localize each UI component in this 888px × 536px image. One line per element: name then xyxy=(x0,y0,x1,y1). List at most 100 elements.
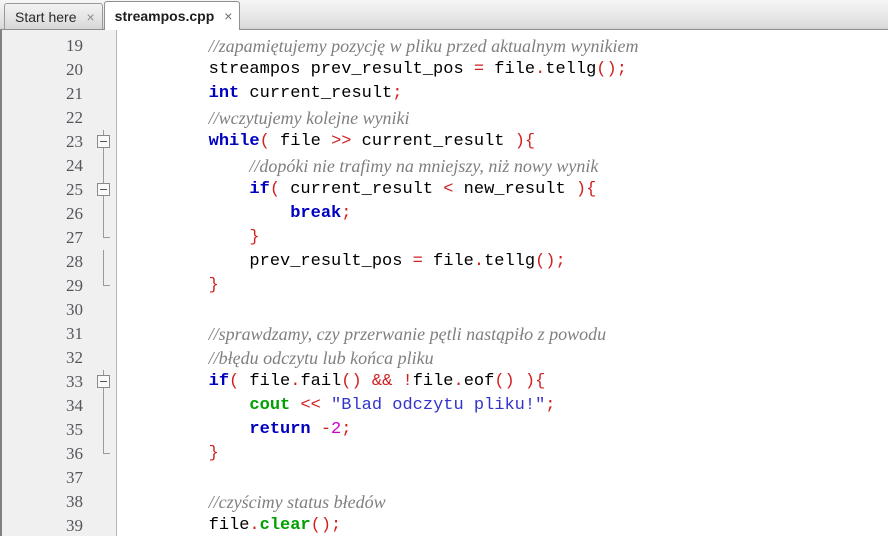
code-line[interactable]: streampos prev_result_pos = file.tellg()… xyxy=(127,58,888,82)
code-token: } xyxy=(208,276,219,295)
fold-collapse-icon[interactable] xyxy=(97,183,110,196)
code-token: file xyxy=(412,372,454,391)
code-token: if xyxy=(208,372,230,391)
code-line[interactable]: if( current_result < new_result ){ xyxy=(127,178,888,202)
tab-label: streampos.cpp xyxy=(114,8,215,24)
code-token: . xyxy=(453,372,464,391)
code-token: ; xyxy=(341,204,352,223)
line-number: 19 xyxy=(66,36,83,55)
code-token: if xyxy=(249,180,270,199)
fold-row[interactable] xyxy=(92,130,116,154)
code-token: new_result xyxy=(453,180,576,199)
close-icon[interactable]: × xyxy=(86,10,94,24)
code-token: file xyxy=(484,60,536,79)
code-token: . xyxy=(473,252,485,271)
code-line[interactable]: //wczytujemy kolejne wyniki xyxy=(127,106,888,130)
code-token: eof xyxy=(463,372,495,391)
line-number: 22 xyxy=(66,108,83,127)
code-line[interactable] xyxy=(127,466,888,490)
code-token: current_result xyxy=(280,180,444,199)
tab-start-here[interactable]: Start here × xyxy=(4,3,103,29)
code-line[interactable]: //dopóki nie trafimy na mniejszy, niż no… xyxy=(127,154,888,178)
code-line[interactable]: file.clear(); xyxy=(127,514,888,536)
code-token: cout xyxy=(249,396,291,415)
code-content-area[interactable]: //zapamiętujemy pozycję w pliku przed ak… xyxy=(117,30,888,536)
fold-row xyxy=(92,322,116,346)
line-number: 33 xyxy=(66,372,83,391)
code-token: prev_result_pos xyxy=(127,252,413,271)
code-token: //sprawdzamy, czy przerwanie pętli nastą… xyxy=(208,324,607,344)
fold-guide-line xyxy=(103,250,104,274)
code-line[interactable]: break; xyxy=(127,202,888,226)
code-token: tellg xyxy=(484,252,536,271)
fold-collapse-icon[interactable] xyxy=(97,375,110,388)
fold-row xyxy=(92,34,116,58)
line-number: 28 xyxy=(66,252,83,271)
code-line[interactable] xyxy=(127,298,888,322)
fold-row xyxy=(92,298,116,322)
fold-row xyxy=(92,466,116,490)
code-token: fail xyxy=(300,372,342,391)
tab-label: Start here xyxy=(15,8,77,25)
code-token: = xyxy=(412,252,423,271)
code-line[interactable]: //sprawdzamy, czy przerwanie pętli nastą… xyxy=(127,322,888,346)
code-line[interactable]: } xyxy=(127,226,888,250)
code-token: - xyxy=(320,420,332,439)
code-token: return xyxy=(249,420,311,439)
code-token: } xyxy=(249,228,260,247)
code-token: ( xyxy=(269,180,281,199)
code-line[interactable]: while( file >> current_result ){ xyxy=(127,130,888,154)
line-number: 21 xyxy=(66,84,83,103)
code-folding-column[interactable] xyxy=(92,30,117,536)
line-number: 23 xyxy=(66,132,83,151)
code-token: current_result xyxy=(351,132,515,151)
code-line[interactable]: prev_result_pos = file.tellg(); xyxy=(127,250,888,274)
code-line[interactable]: } xyxy=(127,442,888,466)
code-token: ( xyxy=(259,132,270,151)
code-line[interactable]: //błędu odczytu lub końca pliku xyxy=(127,346,888,370)
code-line[interactable]: return -2; xyxy=(127,418,888,442)
code-token: current_result xyxy=(239,84,393,103)
code-token: && xyxy=(371,372,393,391)
close-icon[interactable]: × xyxy=(224,9,232,23)
code-token: //czyścimy status błedów xyxy=(208,492,386,512)
code-token: //dopóki nie trafimy na mniejszy, niż no… xyxy=(249,156,599,176)
code-token: . xyxy=(535,60,546,79)
fold-row xyxy=(92,202,116,226)
code-token: clear xyxy=(259,516,311,535)
code-line[interactable]: //zapamiętujemy pozycję w pliku przed ak… xyxy=(127,34,888,58)
code-token: break xyxy=(290,204,342,223)
code-line[interactable]: if( file.fail() && !file.eof() ){ xyxy=(127,370,888,394)
fold-row[interactable] xyxy=(92,370,116,394)
fold-row[interactable] xyxy=(92,178,116,202)
code-token: ( xyxy=(229,372,240,391)
line-number: 25 xyxy=(66,180,83,199)
code-editor[interactable]: 19 20 21 22 23 24 25 26 27 28 29 30 31 32 33 34 35 36 37 38… xyxy=(0,30,888,536)
code-line[interactable]: cout << "Blad odczytu pliku!"; xyxy=(127,394,888,418)
code-token: //wczytujemy kolejne wyniki xyxy=(208,108,410,128)
code-token: (); xyxy=(596,60,627,79)
fold-row xyxy=(92,82,116,106)
tab-streampos-cpp[interactable]: streampos.cpp × xyxy=(103,1,241,30)
fold-row xyxy=(92,442,116,466)
code-token: file xyxy=(239,372,291,391)
fold-row xyxy=(92,226,116,250)
line-number: 34 xyxy=(66,396,83,415)
line-number: 38 xyxy=(66,492,83,511)
fold-collapse-icon[interactable] xyxy=(97,135,110,148)
fold-row xyxy=(92,346,116,370)
code-line[interactable]: //czyścimy status błedów xyxy=(127,490,888,514)
code-line[interactable]: } xyxy=(127,274,888,298)
code-line[interactable]: int current_result; xyxy=(127,82,888,106)
line-number: 26 xyxy=(66,204,83,223)
code-token: file xyxy=(127,516,250,535)
fold-row xyxy=(92,514,116,536)
